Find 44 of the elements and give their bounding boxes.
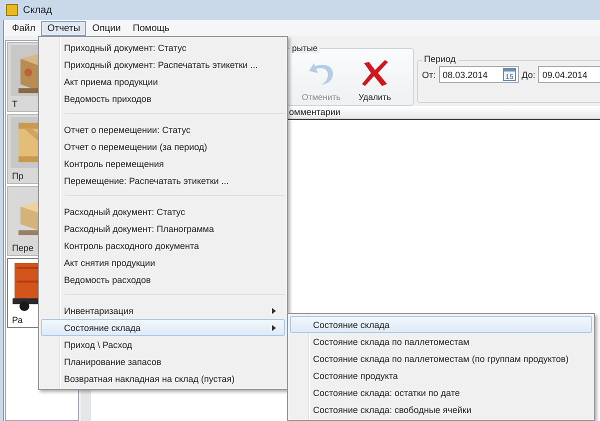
menu-item[interactable]: Расходный документ: Планограмма [41, 220, 285, 237]
menu-item[interactable]: Акт приема продукции [41, 73, 285, 90]
menu-item[interactable]: Состояние склада: остатки по дате [290, 384, 592, 401]
window-title: Склад [23, 4, 52, 16]
date-field[interactable]: 09.04.2014 [538, 66, 600, 83]
toolbar-button[interactable]: Удалить [354, 59, 395, 102]
menu-item[interactable]: Отчет о перемещении (за период) [41, 138, 285, 155]
menu-item[interactable]: Расходный документ: Статус [41, 203, 285, 220]
menu-item[interactable]: Приходный документ: Статус [41, 39, 285, 56]
menu-item[interactable]: Отчеты [41, 20, 86, 36]
menu-item[interactable]: Приходный документ: Распечатать этикетки ... [41, 56, 285, 73]
menu-item[interactable]: Состояние склада: свободные ячейки [290, 401, 592, 418]
menu-item[interactable]: Состояние продукта [290, 367, 592, 384]
menu-item[interactable]: Файл [6, 20, 42, 36]
tile-label: Ра [11, 315, 23, 325]
group-title: рытые [290, 43, 320, 53]
field-label: От: [422, 70, 436, 80]
tile-label: Т [11, 99, 18, 109]
menu-item[interactable]: Состояние склада по паллетоместам (по группам продуктов) [290, 350, 592, 367]
menu-item[interactable]: Перемещение: Распечатать этикетки ... [41, 172, 285, 189]
group-title: Период [422, 54, 458, 64]
menu-item[interactable]: Состояние склада [41, 319, 285, 336]
menu-item[interactable]: Ведомость приходов [41, 90, 285, 107]
cross-icon [360, 59, 390, 87]
menu-item[interactable]: Отчет о перемещении: Статус [41, 121, 285, 138]
menu-item[interactable]: Контроль расходного документа [41, 237, 285, 254]
menu-item[interactable]: Помощь [126, 20, 176, 36]
menu-item[interactable]: Состояние склада по паллетоместам [290, 333, 592, 350]
tile-label: Пр [11, 171, 24, 181]
menu-item[interactable]: Приход \ Расход [41, 336, 285, 353]
menu-item[interactable]: Планирование запасов [41, 353, 285, 370]
tile-label: Пере [11, 243, 34, 253]
menu-item[interactable]: Опции [86, 20, 127, 36]
field-label: До: [522, 70, 536, 80]
submenu-arrow-icon [272, 308, 276, 314]
menu-item[interactable]: Акт снятия продукции [41, 254, 285, 271]
app-icon [6, 4, 18, 16]
menu-item[interactable]: Ведомость расходов [41, 271, 285, 288]
menu-item[interactable]: Контроль перемещения [41, 155, 285, 172]
menu-item[interactable]: Инвентаризация [41, 302, 285, 319]
menu-item[interactable]: Состояние склада [290, 316, 592, 333]
submenu-arrow-icon [272, 324, 276, 330]
menu-item[interactable]: Возвратная накладная на склад (пустая) [41, 370, 285, 387]
column-header[interactable]: омментарии [289, 107, 340, 117]
